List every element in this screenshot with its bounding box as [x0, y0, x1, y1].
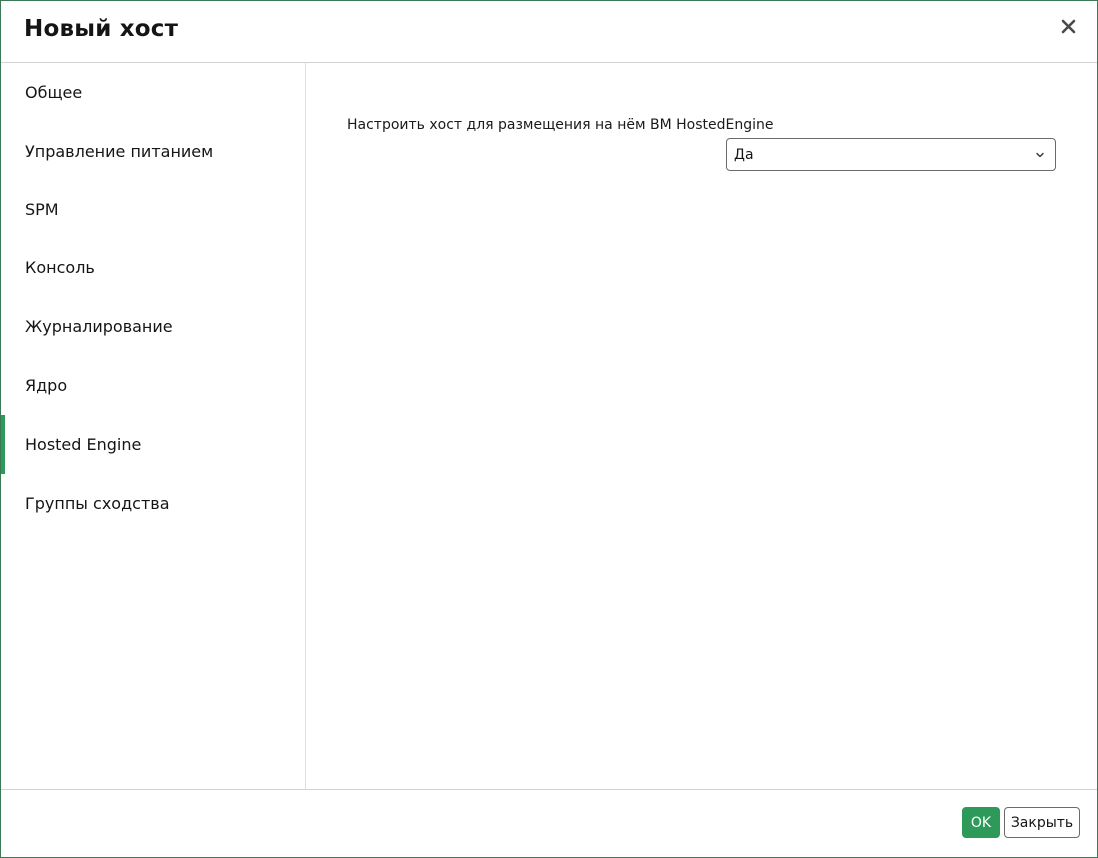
sidebar-item-label: Консоль	[25, 258, 95, 277]
hosted-engine-deploy-label: Настроить хост для размещения на нём ВМ …	[347, 117, 774, 133]
sidebar-item-label: Ядро	[25, 376, 68, 395]
sidebar-nav: Общее Управление питанием SPM Консоль Жу…	[1, 63, 306, 789]
sidebar-item-label: Группы сходства	[25, 494, 170, 513]
close-dialog-button[interactable]: Закрыть	[1004, 807, 1080, 838]
new-host-dialog: Новый хост Общее Управление питанием SPM…	[0, 0, 1098, 858]
sidebar-item-general[interactable]: Общее	[1, 63, 305, 122]
hosted-engine-panel: Настроить хост для размещения на нём ВМ …	[306, 63, 1097, 789]
sidebar-item-kernel[interactable]: Ядро	[1, 356, 305, 415]
dialog-header: Новый хост	[1, 1, 1097, 63]
close-icon	[1061, 19, 1075, 33]
sidebar-item-affinity-groups[interactable]: Группы сходства	[1, 474, 305, 533]
sidebar-item-label: Общее	[25, 83, 83, 102]
sidebar-item-logging[interactable]: Журналирование	[1, 297, 305, 356]
hosted-engine-deploy-select[interactable]: Да	[726, 138, 1056, 171]
sidebar-item-label: SPM	[25, 200, 59, 219]
select-value: Да	[734, 146, 754, 163]
sidebar-item-console[interactable]: Консоль	[1, 238, 305, 297]
sidebar-item-label: Hosted Engine	[25, 435, 142, 454]
chevron-down-icon	[1036, 152, 1044, 158]
sidebar-item-power-management[interactable]: Управление питанием	[1, 122, 305, 181]
sidebar-item-spm[interactable]: SPM	[1, 180, 305, 239]
close-button[interactable]	[1055, 13, 1081, 39]
dialog-title: Новый хост	[24, 16, 179, 42]
dialog-footer: OK Закрыть	[1, 789, 1097, 857]
ok-button[interactable]: OK	[962, 807, 1000, 838]
sidebar-item-label: Журналирование	[25, 317, 173, 336]
sidebar-item-label: Управление питанием	[25, 142, 214, 161]
sidebar-item-hosted-engine[interactable]: Hosted Engine	[1, 415, 305, 474]
